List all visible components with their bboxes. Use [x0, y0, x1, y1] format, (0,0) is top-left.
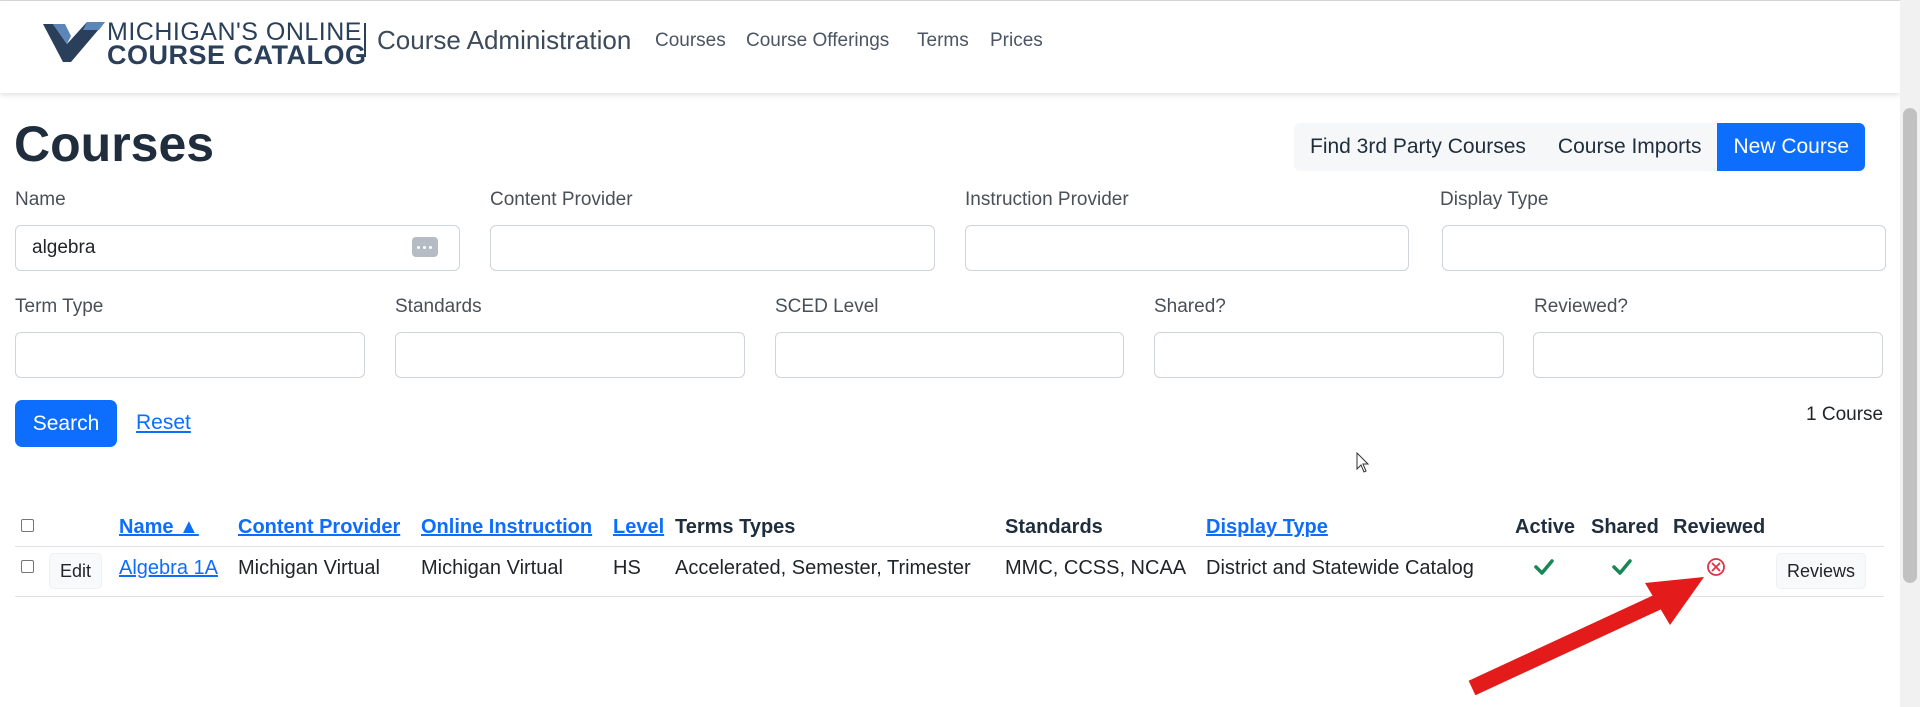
password-dots-icon: [412, 237, 438, 257]
standards-filter-label: Standards: [395, 296, 482, 317]
navbar: MICHIGAN'S ONLINE COURSE CATALOG Course …: [0, 1, 1900, 93]
brand-title: Course Administration: [377, 25, 632, 55]
name-filter-label: Name: [15, 189, 66, 210]
find-third-party-courses-button[interactable]: Find 3rd Party Courses: [1294, 123, 1542, 171]
name-filter-input[interactable]: [15, 225, 460, 271]
sced-level-filter-label: SCED Level: [775, 296, 879, 317]
display-type-filter-label: Display Type: [1440, 189, 1549, 210]
course-name-link[interactable]: Algebra 1A: [119, 557, 218, 580]
sort-header-level[interactable]: Level: [613, 516, 664, 539]
cell-content-provider: Michigan Virtual: [238, 557, 380, 579]
nav-link-course-offerings[interactable]: Course Offerings: [746, 30, 889, 52]
logo-mark-icon: [43, 22, 105, 62]
reviews-button[interactable]: Reviews: [1776, 553, 1867, 589]
header-terms-types: Terms Types: [675, 516, 796, 538]
reviewed-filter-input[interactable]: [1533, 332, 1883, 378]
standards-filter-input[interactable]: [395, 332, 745, 378]
cell-terms-types: Accelerated, Semester, Trimester: [675, 557, 971, 579]
page-actions: Find 3rd Party Courses Course Imports Ne…: [1294, 123, 1866, 171]
result-count: 1 Course: [1806, 404, 1884, 425]
course-imports-button[interactable]: Course Imports: [1541, 123, 1718, 171]
sort-header-name[interactable]: Name ▲: [119, 516, 199, 539]
cell-display-type: District and Statewide Catalog: [1206, 557, 1474, 579]
content-provider-filter-label: Content Provider: [490, 189, 633, 210]
header-reviewed: Reviewed: [1673, 516, 1766, 538]
header-shared: Shared: [1591, 516, 1659, 538]
row-select-checkbox[interactable]: [21, 560, 34, 573]
shared-filter-label: Shared?: [1154, 296, 1226, 317]
search-button[interactable]: Search: [15, 400, 117, 447]
header-standards: Standards: [1005, 516, 1103, 538]
sort-header-content-provider[interactable]: Content Provider: [238, 516, 400, 539]
shared-filter-input[interactable]: [1154, 332, 1504, 378]
new-course-button[interactable]: New Course: [1717, 123, 1866, 171]
term-type-filter-input[interactable]: [15, 332, 365, 378]
select-all-checkbox[interactable]: [21, 519, 34, 532]
site-logo[interactable]: MICHIGAN'S ONLINE COURSE CATALOG: [43, 18, 366, 70]
term-type-filter-label: Term Type: [15, 296, 104, 317]
page-scrollbar-thumb[interactable]: [1903, 108, 1917, 583]
mouse-cursor-icon: [1356, 452, 1370, 473]
logo-text-line2: COURSE CATALOG: [107, 40, 367, 70]
page-title: Courses: [14, 116, 215, 172]
nav-link-terms[interactable]: Terms: [917, 30, 969, 52]
display-type-filter-input[interactable]: [1442, 225, 1886, 271]
sort-header-display-type[interactable]: Display Type: [1206, 516, 1328, 539]
header-active: Active: [1515, 516, 1576, 538]
reviewed-filter-label: Reviewed?: [1534, 296, 1628, 317]
nav-link-prices[interactable]: Prices: [990, 30, 1043, 52]
table-header-divider: [15, 546, 1884, 547]
nav-link-courses[interactable]: Courses: [655, 30, 726, 52]
sced-level-filter-input[interactable]: [775, 332, 1124, 378]
annotation-arrow-icon: [1468, 577, 1704, 695]
content-provider-filter-input[interactable]: [490, 225, 935, 271]
reset-link[interactable]: Reset: [136, 411, 191, 435]
cell-online-instruction: Michigan Virtual: [421, 557, 563, 579]
brand-separator: [364, 23, 366, 57]
sort-header-online-instruction[interactable]: Online Instruction: [421, 516, 592, 539]
instruction-provider-filter-label: Instruction Provider: [965, 189, 1129, 210]
instruction-provider-filter-input[interactable]: [965, 225, 1409, 271]
edit-button[interactable]: Edit: [49, 553, 103, 589]
cell-standards: MMC, CCSS, NCAA: [1005, 557, 1187, 579]
cell-level: HS: [613, 557, 641, 579]
